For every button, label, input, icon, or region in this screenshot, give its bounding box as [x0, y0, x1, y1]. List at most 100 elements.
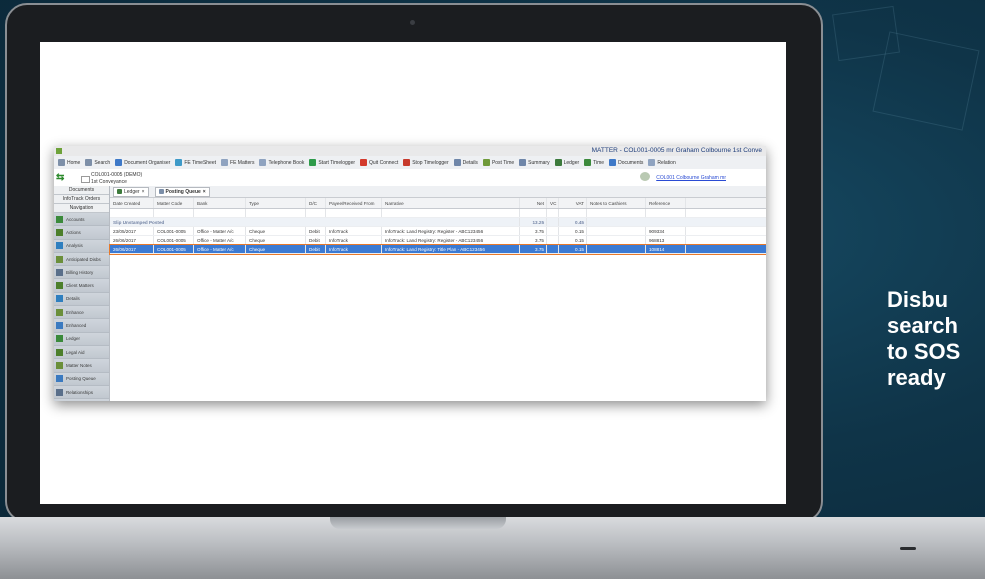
table-cell: Cheque: [246, 245, 306, 253]
empty-cell: [110, 209, 154, 217]
table-cell: [547, 227, 559, 235]
sidebar-item-label: Enhanced: [66, 323, 87, 329]
sidebar-item-relationships[interactable]: Relationships: [54, 385, 109, 400]
toolbar-stop-timelogger[interactable]: Stop Timelogger: [403, 159, 449, 166]
sidebar-header-navigation: Navigation: [54, 204, 109, 213]
matter-nav: ⇆ COL001-0005 (DEMO) 1st Conveyance COL0…: [54, 169, 766, 186]
power-icon: [360, 159, 368, 166]
sidebar-header-infotrack-orders[interactable]: InfoTrack Orders: [54, 195, 109, 204]
time-icon: [584, 159, 592, 166]
table-cell: 3.75: [520, 236, 547, 244]
sidebar-item-label: Details: [66, 296, 80, 302]
column-header[interactable]: Payee/Received From: [326, 198, 382, 208]
table-row[interactable]: 26/06/2017 COL001-0005 Office - Matter A/c…: [110, 236, 766, 245]
column-header[interactable]: Net: [520, 198, 547, 208]
toolbar-quit-connect[interactable]: Quit Connect: [360, 159, 398, 166]
toolbar-label: Details: [462, 159, 478, 166]
table-cell: 0.15: [559, 227, 587, 235]
toolbar-label: Telephone Book: [268, 159, 305, 166]
sidebar-item-legal-aid[interactable]: Legal Aid: [54, 345, 109, 360]
tab-strip: Ledger × Posting Queue ×: [110, 186, 766, 198]
table-cell: 26/06/2017: [110, 236, 154, 244]
sidebar-item-anticipated-disbs[interactable]: Anticipated Disbs: [54, 252, 109, 267]
sidebar-item-analysis[interactable]: Analysis: [54, 239, 109, 253]
table-cell: Office - Matter A/c: [194, 227, 246, 235]
group-row[interactable]: Slip Unstamped Posted 13.25 0.45: [110, 218, 766, 227]
table-cell: Cheque: [246, 236, 306, 244]
tab-ledger[interactable]: Ledger ×: [113, 186, 149, 197]
trackpad-notch: [330, 517, 506, 529]
column-header[interactable]: Matter Code: [154, 198, 194, 208]
sidebar-item-enhance[interactable]: Enhance: [54, 306, 109, 320]
sidebar-item-label: Enhance: [66, 309, 84, 315]
sidebar: Documents InfoTrack Orders Navigation Ac…: [54, 186, 110, 401]
column-header[interactable]: Date Created: [110, 198, 154, 208]
ledger-icon: [554, 159, 562, 166]
window-title: MATTER - COL001-0005 mr Graham Colbourne…: [591, 147, 762, 154]
column-header[interactable]: VAT: [559, 198, 587, 208]
sidebar-item-accounts[interactable]: Accounts: [54, 213, 109, 227]
sidebar-item-billing-history[interactable]: Billing History: [54, 266, 109, 280]
sidebar-item-icon: [56, 322, 63, 330]
table-cell: 909334: [646, 227, 686, 235]
sidebar-item-matter-notes[interactable]: Matter Notes: [54, 359, 109, 373]
sidebar-item-status[interactable]: Status: [54, 399, 109, 401]
toolbar-ledger[interactable]: Ledger: [554, 159, 579, 166]
toolbar-telephone-book[interactable]: Telephone Book: [259, 159, 304, 166]
toolbar-time[interactable]: Time: [584, 159, 604, 166]
toolbar-fe-timesheet[interactable]: FE TimeSheet: [175, 159, 216, 166]
sidebar-item-enhanced[interactable]: Enhanced: [54, 319, 109, 333]
toolbar-document-organiser[interactable]: Document Organiser: [115, 159, 170, 166]
close-icon[interactable]: ×: [142, 189, 145, 195]
toolbar-relation[interactable]: Relation: [648, 159, 676, 166]
laptop-lid: MATTER - COL001-0005 mr Graham Colbourne…: [5, 3, 823, 523]
column-header[interactable]: D/C: [306, 198, 326, 208]
toolbar-search[interactable]: Search: [85, 159, 110, 166]
sidebar-item-posting-queue[interactable]: Posting Queue: [54, 372, 109, 386]
toolbar-details[interactable]: Details: [453, 159, 478, 166]
toolbar-post-time[interactable]: Post Time: [482, 159, 514, 166]
sidebar-item-icon: [56, 361, 63, 369]
toolbar-fe-matters[interactable]: FE Matters: [221, 159, 254, 166]
column-header[interactable]: VC: [547, 198, 559, 208]
tab-posting-queue[interactable]: Posting Queue ×: [154, 186, 210, 197]
column-header[interactable]: Type: [246, 198, 306, 208]
toolbar: Home Search Document Organiser FE TimeSheet…: [54, 156, 766, 170]
indicator-light: [900, 547, 916, 550]
sidebar-header-documents[interactable]: Documents: [54, 186, 109, 195]
sidebar-item-actions[interactable]: Actions: [54, 226, 109, 240]
toolbar-documents[interactable]: Documents: [609, 159, 643, 166]
close-icon[interactable]: ×: [203, 189, 206, 195]
toolbar-label: FE Matters: [230, 159, 255, 166]
sidebar-item-label: Relationships: [66, 389, 94, 395]
column-header[interactable]: Narrative: [382, 198, 520, 208]
table-cell: [587, 245, 646, 253]
tab-label: Posting Queue: [165, 188, 201, 195]
column-header[interactable]: Bank: [194, 198, 246, 208]
back-forward-arrows-icon[interactable]: ⇆: [56, 172, 64, 183]
sidebar-item-client-matters[interactable]: Client Matters: [54, 279, 109, 293]
matter-description: 1st Conveyance: [91, 179, 127, 185]
home-icon: [58, 159, 65, 166]
sidebar-item-icon: [56, 228, 63, 236]
empty-cell: [520, 209, 547, 217]
sidebar-item-icon: [56, 268, 63, 276]
stop-icon: [403, 159, 411, 166]
sidebar-item-label: Anticipated Disbs: [66, 256, 101, 262]
toolbar-label: Search: [94, 159, 111, 166]
group-label: Slip Unstamped Posted: [110, 218, 520, 226]
toolbar-start-timelogger[interactable]: Start Timelogger: [309, 159, 355, 166]
laptop-screen: MATTER - COL001-0005 mr Graham Colbourne…: [40, 42, 786, 504]
app-icon: [56, 148, 62, 154]
client-link[interactable]: COL001 Colbourne Graham mr: [656, 175, 726, 181]
table-row[interactable]: 23/05/2017 COL001-0005 Office - Matter A/c…: [110, 227, 766, 236]
folder-icon: [81, 176, 90, 183]
table-row[interactable]: 26/06/2017 COL001-0005 Office - Matter A/c…: [109, 244, 766, 255]
toolbar-home[interactable]: Home: [58, 159, 80, 166]
column-header[interactable]: Reference: [646, 198, 686, 208]
sidebar-item-details[interactable]: Details: [54, 292, 109, 307]
client-icon: [640, 172, 650, 181]
column-header[interactable]: Notes to Cashiers: [587, 198, 646, 208]
sidebar-item-ledger[interactable]: Ledger: [54, 332, 109, 346]
toolbar-summary[interactable]: Summary: [519, 159, 550, 166]
